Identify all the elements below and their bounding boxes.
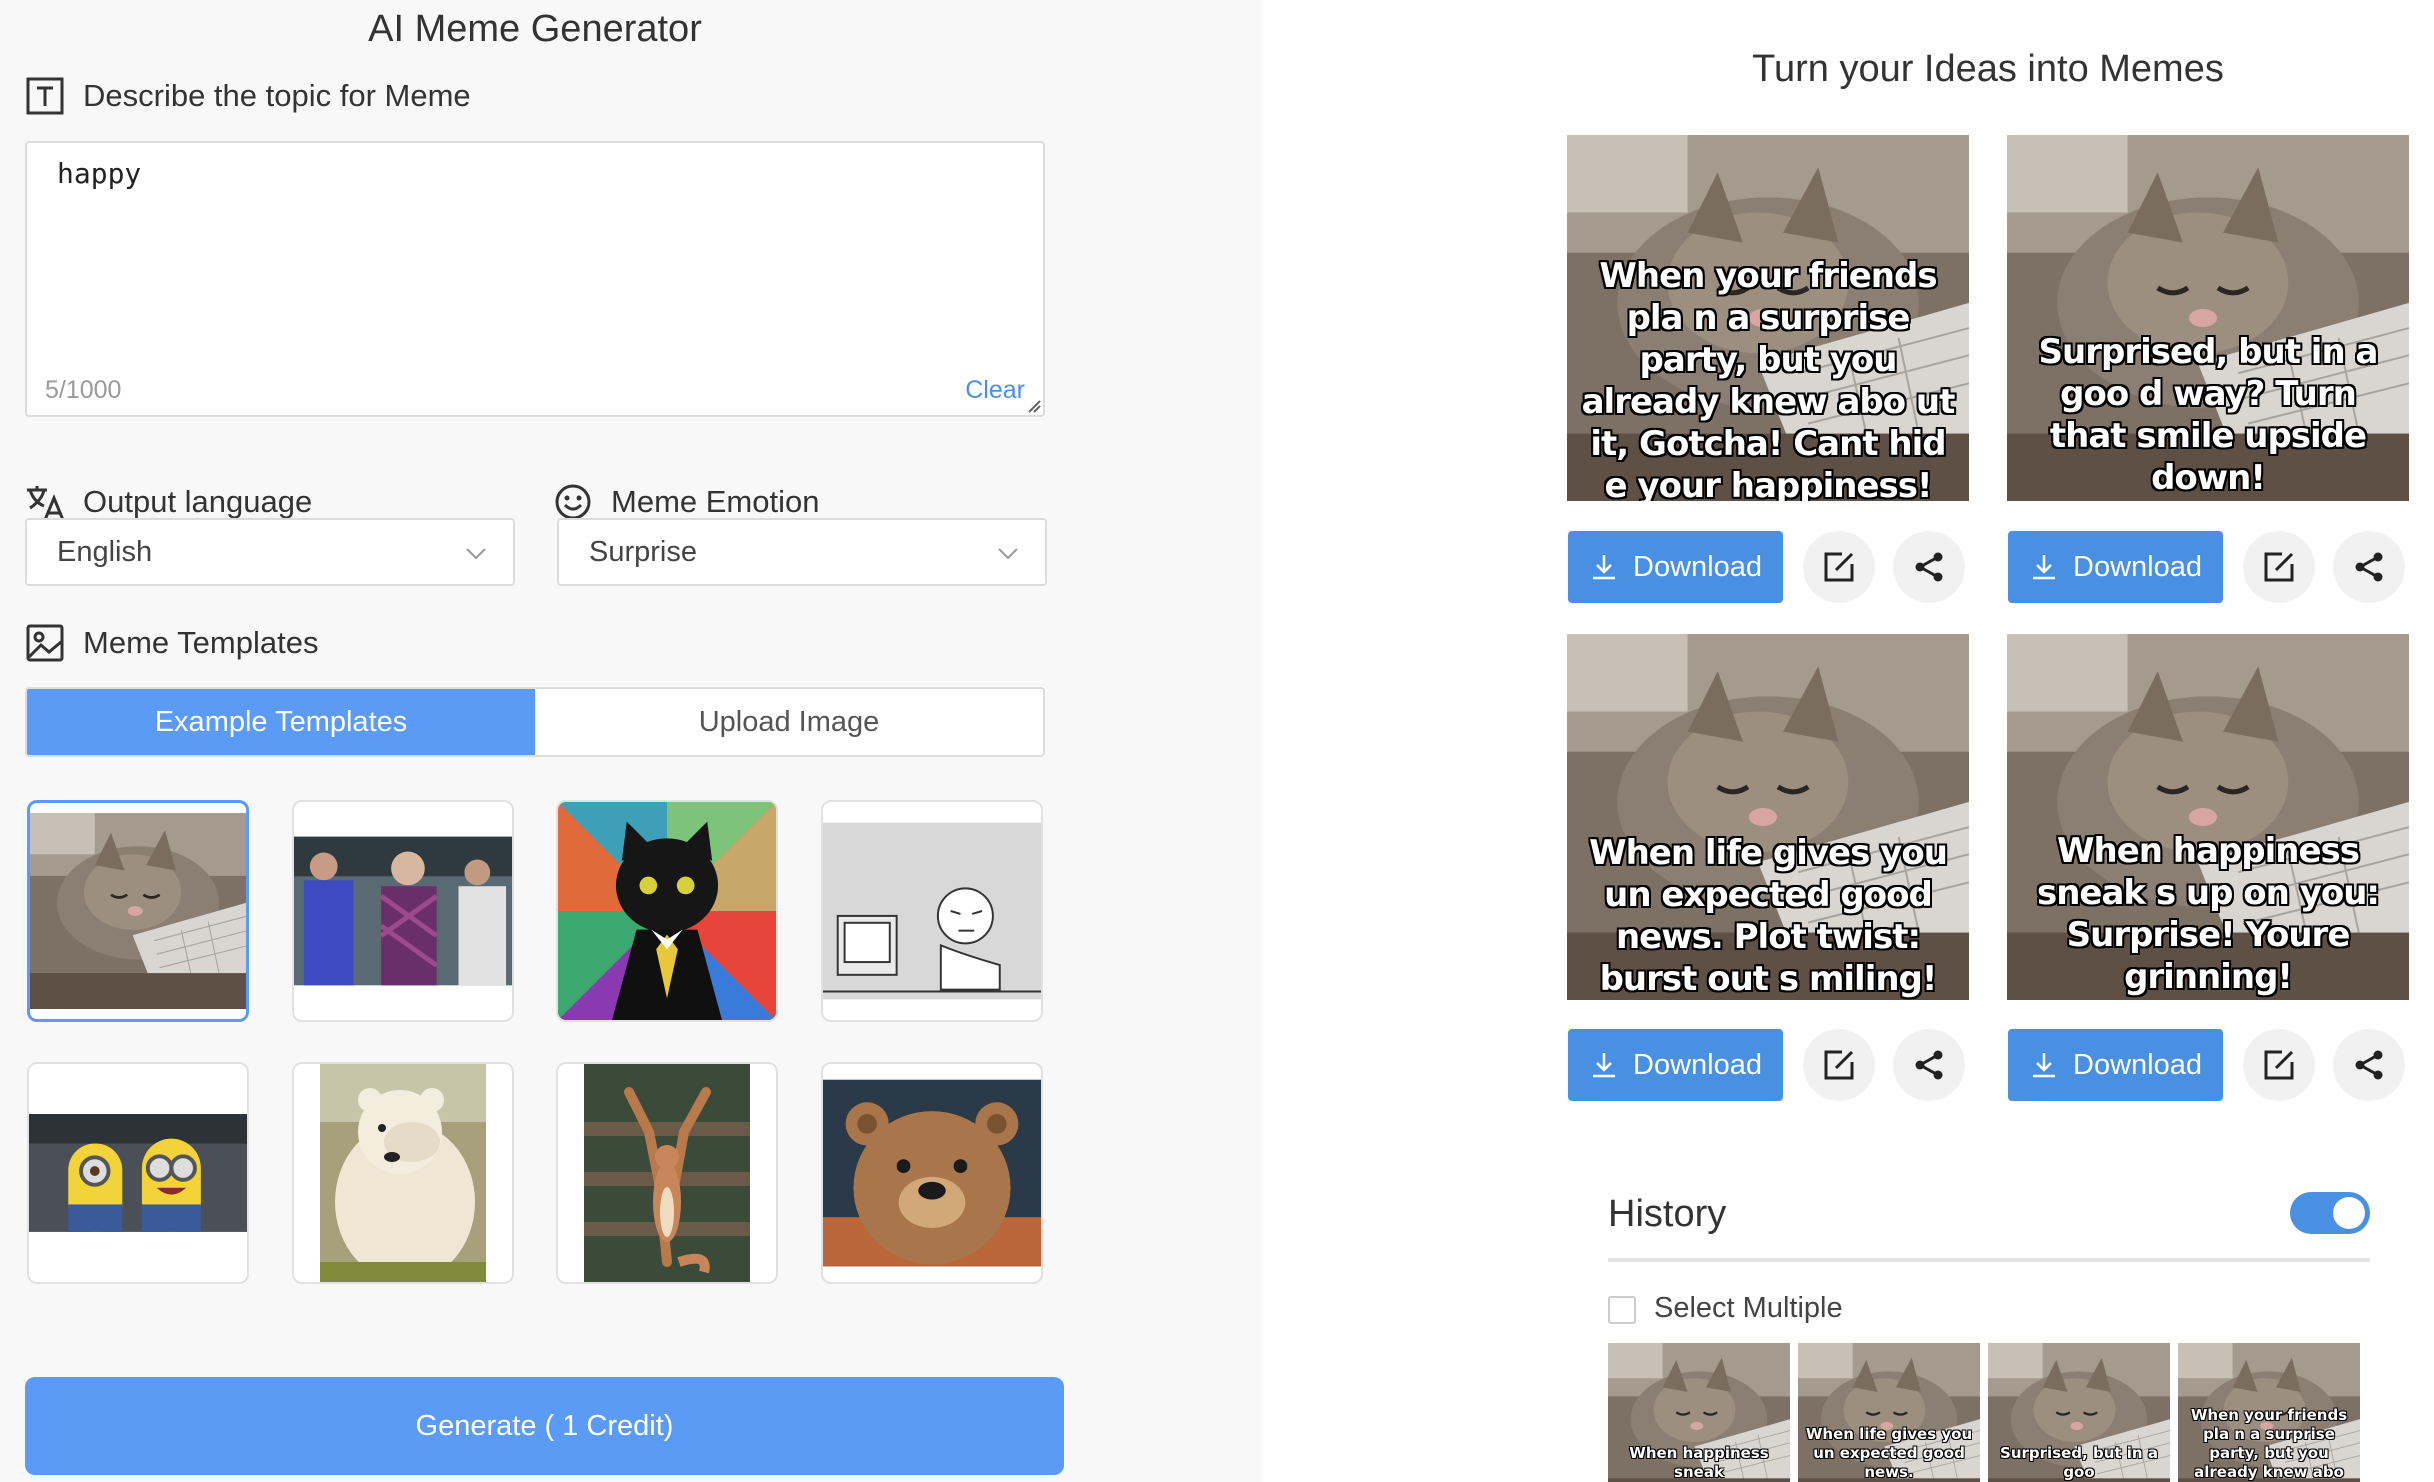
template-business-cat[interactable] — [556, 800, 778, 1022]
template-facepalm-bear[interactable] — [292, 1062, 514, 1284]
template-confused-man[interactable] — [292, 800, 514, 1022]
results-title: Turn your Ideas into Memes — [1566, 48, 2410, 91]
confused-man-image — [294, 836, 512, 986]
tab-example-templates[interactable]: Example Templates — [27, 689, 535, 755]
meme-card-1[interactable]: When your friends pla n a surprise party… — [1567, 135, 1969, 501]
history-caption: When your friends pla n a surprise party… — [2190, 1406, 2348, 1481]
facepalm-bear-image — [320, 1064, 486, 1282]
meme-caption: When your friends pla n a surprise party… — [1581, 256, 1956, 501]
teddy-bear-image — [823, 1079, 1041, 1267]
edit-button[interactable] — [2243, 1029, 2315, 1101]
language-selected: English — [57, 535, 153, 568]
download-icon — [1593, 1053, 1615, 1078]
business-cat-image — [558, 802, 776, 1020]
history-item[interactable]: When your friends pla n a surprise party… — [2178, 1343, 2360, 1482]
meme-caption: When happiness sneak s up on you: Surpri… — [2036, 831, 2380, 997]
sleepy-kitten-image — [30, 813, 246, 1009]
chevron-down-icon — [998, 548, 1018, 560]
edit-icon — [2264, 1050, 2294, 1080]
history-item[interactable]: When happiness sneak — [1608, 1343, 1790, 1482]
download-label: Download — [2073, 1048, 2202, 1081]
edit-button[interactable] — [1803, 531, 1875, 603]
download-icon — [1593, 555, 1615, 580]
history-divider — [1608, 1258, 2370, 1262]
download-label: Download — [1633, 1048, 1762, 1081]
results-title-text: Turn your Ideas into Memes — [1752, 48, 2224, 90]
resize-handle-icon[interactable] — [1027, 399, 1041, 413]
topic-value[interactable]: happy — [57, 157, 141, 190]
share-icon — [2355, 1050, 2383, 1080]
translate-icon — [25, 482, 65, 522]
template-computer-guy[interactable] — [821, 800, 1043, 1022]
download-button[interactable]: Download — [2008, 1029, 2223, 1101]
meme-card-4[interactable]: When happiness sneak s up on you: Surpri… — [2007, 634, 2409, 1000]
emotion-heading: Meme Emotion — [553, 482, 819, 522]
text-icon — [25, 76, 65, 116]
history-caption: When happiness sneak — [1629, 1444, 1769, 1481]
generator-panel: AI Meme Generator Describe the topic for… — [0, 0, 1262, 1482]
language-select[interactable]: English — [25, 518, 515, 586]
download-button[interactable]: Download — [2008, 531, 2223, 603]
download-label: Download — [2073, 550, 2202, 583]
template-minions[interactable] — [27, 1062, 249, 1284]
share-button[interactable] — [1893, 1029, 1965, 1101]
emotion-select[interactable]: Surprise — [557, 518, 1047, 586]
meme-caption: When life gives you un expected good new… — [1589, 833, 1948, 999]
share-button[interactable] — [2333, 531, 2405, 603]
language-heading-label: Output language — [83, 484, 313, 519]
templates-heading-label: Meme Templates — [83, 625, 319, 660]
download-button[interactable]: Download — [1568, 531, 1783, 603]
history-item[interactable]: Surprised, but in a goo — [1988, 1343, 2170, 1482]
edit-icon — [2264, 552, 2294, 582]
templates-heading: Meme Templates — [25, 623, 318, 663]
image-icon — [25, 623, 65, 663]
topic-heading-label: Describe the topic for Meme — [83, 78, 471, 113]
share-button[interactable] — [1893, 531, 1965, 603]
history-caption: When life gives you un expected good new… — [1805, 1425, 1973, 1481]
template-teddy-bear[interactable] — [821, 1062, 1043, 1284]
select-multiple-label[interactable]: Select Multiple — [1654, 1292, 1843, 1325]
clear-button[interactable]: Clear — [965, 376, 1025, 405]
share-button[interactable] — [2333, 1029, 2405, 1101]
computer-guy-image — [823, 822, 1041, 1000]
share-icon — [1915, 1050, 1943, 1080]
topic-textarea[interactable]: happy 5/1000 Clear — [25, 141, 1045, 417]
template-sleepy-kitten[interactable] — [27, 800, 249, 1022]
history-caption: Surprised, but in a goo — [2000, 1444, 2158, 1481]
minions-image — [29, 1114, 247, 1232]
download-label: Download — [1633, 550, 1762, 583]
edit-icon — [1824, 1050, 1854, 1080]
meme-card-2[interactable]: Surprised, but in a goo d way? Turn that… — [2007, 135, 2409, 501]
chevron-down-icon — [466, 548, 486, 560]
template-tabs: Example Templates Upload Image — [25, 687, 1045, 757]
toggle-knob — [2333, 1197, 2365, 1229]
meme-caption: Surprised, but in a goo d way? Turn that… — [2038, 332, 2379, 498]
history-toggle[interactable] — [2290, 1192, 2370, 1234]
template-cheering-squirrel[interactable] — [556, 1062, 778, 1284]
download-icon — [2033, 1053, 2055, 1078]
edit-button[interactable] — [1803, 1029, 1875, 1101]
history-item[interactable]: When life gives you un expected good new… — [1798, 1343, 1980, 1482]
meme-card-3[interactable]: When life gives you un expected good new… — [1567, 634, 1969, 1000]
tab-upload-image[interactable]: Upload Image — [535, 689, 1043, 755]
topic-heading: Describe the topic for Meme — [25, 76, 471, 116]
emotion-selected: Surprise — [589, 535, 697, 568]
edit-button[interactable] — [2243, 531, 2315, 603]
cheering-squirrel-image — [584, 1064, 750, 1282]
smiley-icon — [553, 482, 593, 522]
download-button[interactable]: Download — [1568, 1029, 1783, 1101]
language-heading: Output language — [25, 482, 312, 522]
share-icon — [2355, 552, 2383, 582]
emotion-heading-label: Meme Emotion — [611, 484, 820, 519]
edit-icon — [1824, 552, 1854, 582]
char-counter: 5/1000 — [45, 376, 122, 404]
generate-button[interactable]: Generate ( 1 Credit) — [25, 1377, 1064, 1475]
history-title: History — [1608, 1193, 1727, 1235]
select-multiple-checkbox[interactable] — [1608, 1296, 1636, 1324]
download-icon — [2033, 555, 2055, 580]
app-title: AI Meme Generator — [368, 8, 702, 50]
share-icon — [1915, 552, 1943, 582]
